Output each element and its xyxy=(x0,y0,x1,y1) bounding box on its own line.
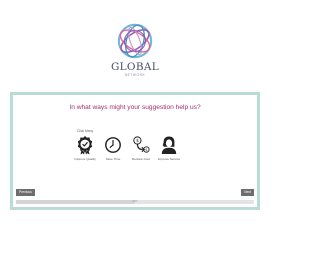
service-person-icon xyxy=(161,136,177,154)
option-improve-quality[interactable]: Improve Quality xyxy=(73,135,97,161)
progress-text: 50% xyxy=(132,200,138,203)
option-save-time[interactable]: Save Time xyxy=(101,135,125,161)
logo-name: GLOBAL xyxy=(110,61,160,73)
svg-text:$: $ xyxy=(145,148,147,152)
quality-badge-icon xyxy=(77,136,93,155)
option-label: Reduce Cost xyxy=(132,157,150,161)
clock-icon xyxy=(105,137,121,153)
option-label: Improve Service xyxy=(157,157,181,161)
next-button[interactable]: Next xyxy=(241,189,254,196)
previous-button[interactable]: Previous xyxy=(16,189,35,196)
svg-text:$: $ xyxy=(136,138,139,144)
option-reduce-cost[interactable]: $ $ Reduce Cost xyxy=(129,135,153,161)
survey-page: GLOBAL NETWORK In what ways might your s… xyxy=(0,0,270,270)
progress-bar: 50% xyxy=(16,200,254,204)
logo: GLOBAL NETWORK xyxy=(0,22,270,78)
logo-subtitle: NETWORK xyxy=(124,73,146,77)
question-text: In what ways might your suggestion help … xyxy=(69,104,201,111)
choice-instruction: Click Many xyxy=(77,129,94,133)
cost-reduction-icon: $ $ xyxy=(133,136,150,153)
survey-panel: In what ways might your suggestion help … xyxy=(10,92,260,210)
options-list: Improve Quality Save Time $ $ Reduce Cos… xyxy=(73,135,181,161)
option-label: Improve Quality xyxy=(74,157,96,161)
option-improve-service[interactable]: Improve Service xyxy=(157,135,181,161)
globe-logo-icon xyxy=(117,23,153,59)
option-label: Save Time xyxy=(105,157,121,161)
